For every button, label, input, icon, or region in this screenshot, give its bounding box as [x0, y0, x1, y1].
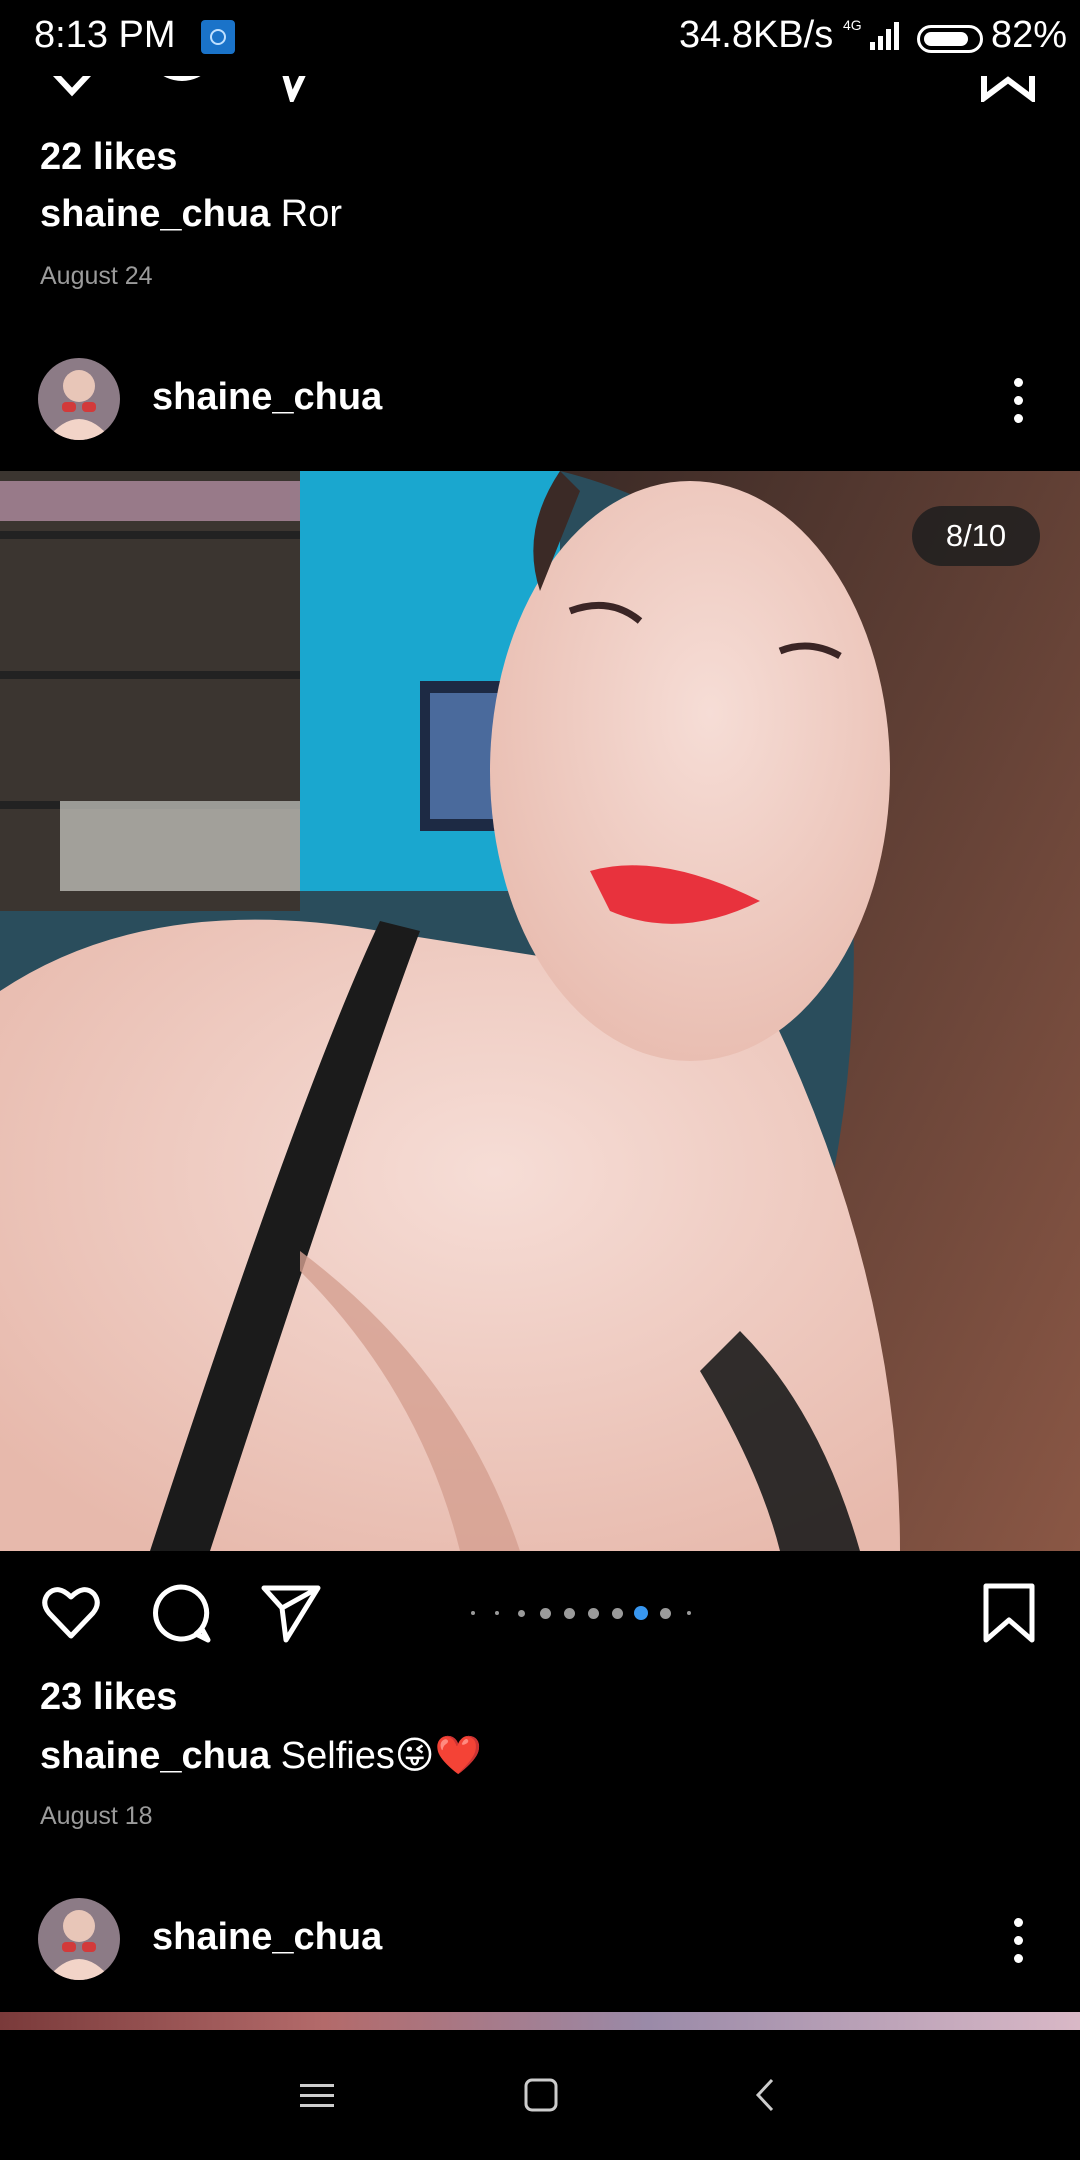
back-chevron-icon[interactable]: [754, 2078, 776, 2112]
post-caption: shaine_chua Selfies😜❤️: [40, 1733, 482, 1778]
carousel-dot: [495, 1611, 499, 1615]
signal-icon: [870, 22, 899, 50]
navigation-bar: [0, 2030, 1080, 2160]
post-username[interactable]: shaine_chua: [152, 376, 382, 419]
avatar[interactable]: [38, 358, 120, 440]
heart-icon[interactable]: [40, 1582, 102, 1644]
network-type-label: 4G: [843, 17, 862, 33]
carousel-dot: [517, 1609, 525, 1617]
post-date: August 18: [40, 1802, 153, 1830]
battery-percent: 82%: [991, 14, 1068, 56]
likes-count[interactable]: 22 likes: [40, 136, 177, 179]
post-caption: shaine_chua Ror: [40, 193, 342, 236]
post-photo[interactable]: [0, 471, 1080, 1551]
carousel-dot: [687, 1611, 691, 1615]
battery-icon: [917, 25, 983, 53]
home-square-icon[interactable]: [524, 2078, 558, 2112]
status-bar: 8:13 PM 34.8KB/s 4G 82%: [0, 0, 1080, 76]
carousel-dot: [471, 1611, 475, 1615]
carousel-dot: [563, 1607, 575, 1619]
post-username[interactable]: shaine_chua: [152, 1916, 382, 1959]
caption-text: Selfies😜❤️: [280, 1735, 482, 1777]
caption-username[interactable]: shaine_chua: [40, 193, 270, 235]
avatar[interactable]: [38, 1898, 120, 1980]
carousel-dot: [611, 1607, 623, 1619]
carousel-indicator: [466, 1606, 691, 1620]
more-vertical-icon[interactable]: [1014, 378, 1024, 424]
comment-icon[interactable]: [150, 1582, 212, 1644]
bookmark-icon[interactable]: [978, 1582, 1040, 1644]
status-time: 8:13 PM: [34, 14, 176, 56]
carousel-dot-active: [634, 1606, 648, 1620]
caption-text: Ror: [280, 193, 343, 235]
image-counter: 8/10: [912, 506, 1040, 566]
menu-icon[interactable]: [300, 2082, 334, 2110]
notification-app-icon: [201, 20, 235, 54]
more-vertical-icon[interactable]: [1014, 1918, 1024, 1964]
carousel-dot: [659, 1607, 671, 1619]
carousel-dot: [587, 1607, 599, 1619]
post-photo[interactable]: [0, 2012, 1080, 2030]
carousel-dot: [539, 1607, 551, 1619]
send-icon[interactable]: [260, 1582, 322, 1644]
likes-count[interactable]: 23 likes: [40, 1676, 177, 1719]
caption-username[interactable]: shaine_chua: [40, 1735, 270, 1777]
network-speed: 34.8KB/s: [679, 14, 834, 56]
post-date: August 24: [40, 262, 153, 290]
